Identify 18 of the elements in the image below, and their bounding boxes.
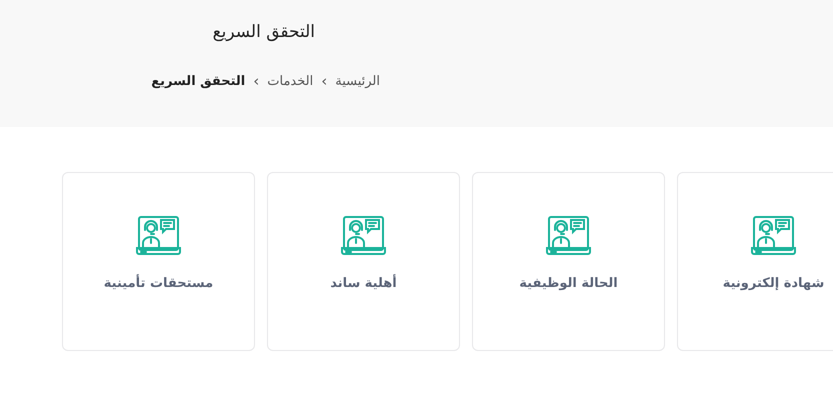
service-label: الحالة الوظيفية <box>519 276 618 291</box>
breadcrumb-link[interactable]: التحقق السريع <box>151 74 246 88</box>
support-agent-icon <box>751 215 796 256</box>
chevron-icon: › <box>321 72 328 90</box>
service-card[interactable]: شهادة إلكترونية <box>677 172 833 351</box>
support-agent-icon <box>136 215 181 256</box>
service-label: مستحقات تأمينية <box>104 276 214 291</box>
service-card[interactable]: أهلية ساند <box>267 172 460 351</box>
service-label: شهادة إلكترونية <box>722 276 824 291</box>
chevron-icon: › <box>253 72 260 90</box>
breadcrumb-link[interactable]: الخدمات <box>267 74 314 88</box>
service-card[interactable]: الحالة الوظيفية <box>472 172 665 351</box>
breadcrumb-link[interactable]: الرئيسية <box>335 74 380 88</box>
service-label: أهلية ساند <box>330 276 397 291</box>
support-agent-icon <box>546 215 591 256</box>
support-agent-icon <box>341 215 386 256</box>
page-title: التحقق السريع <box>212 22 316 42</box>
service-card[interactable]: مستحقات تأمينية <box>62 172 255 351</box>
